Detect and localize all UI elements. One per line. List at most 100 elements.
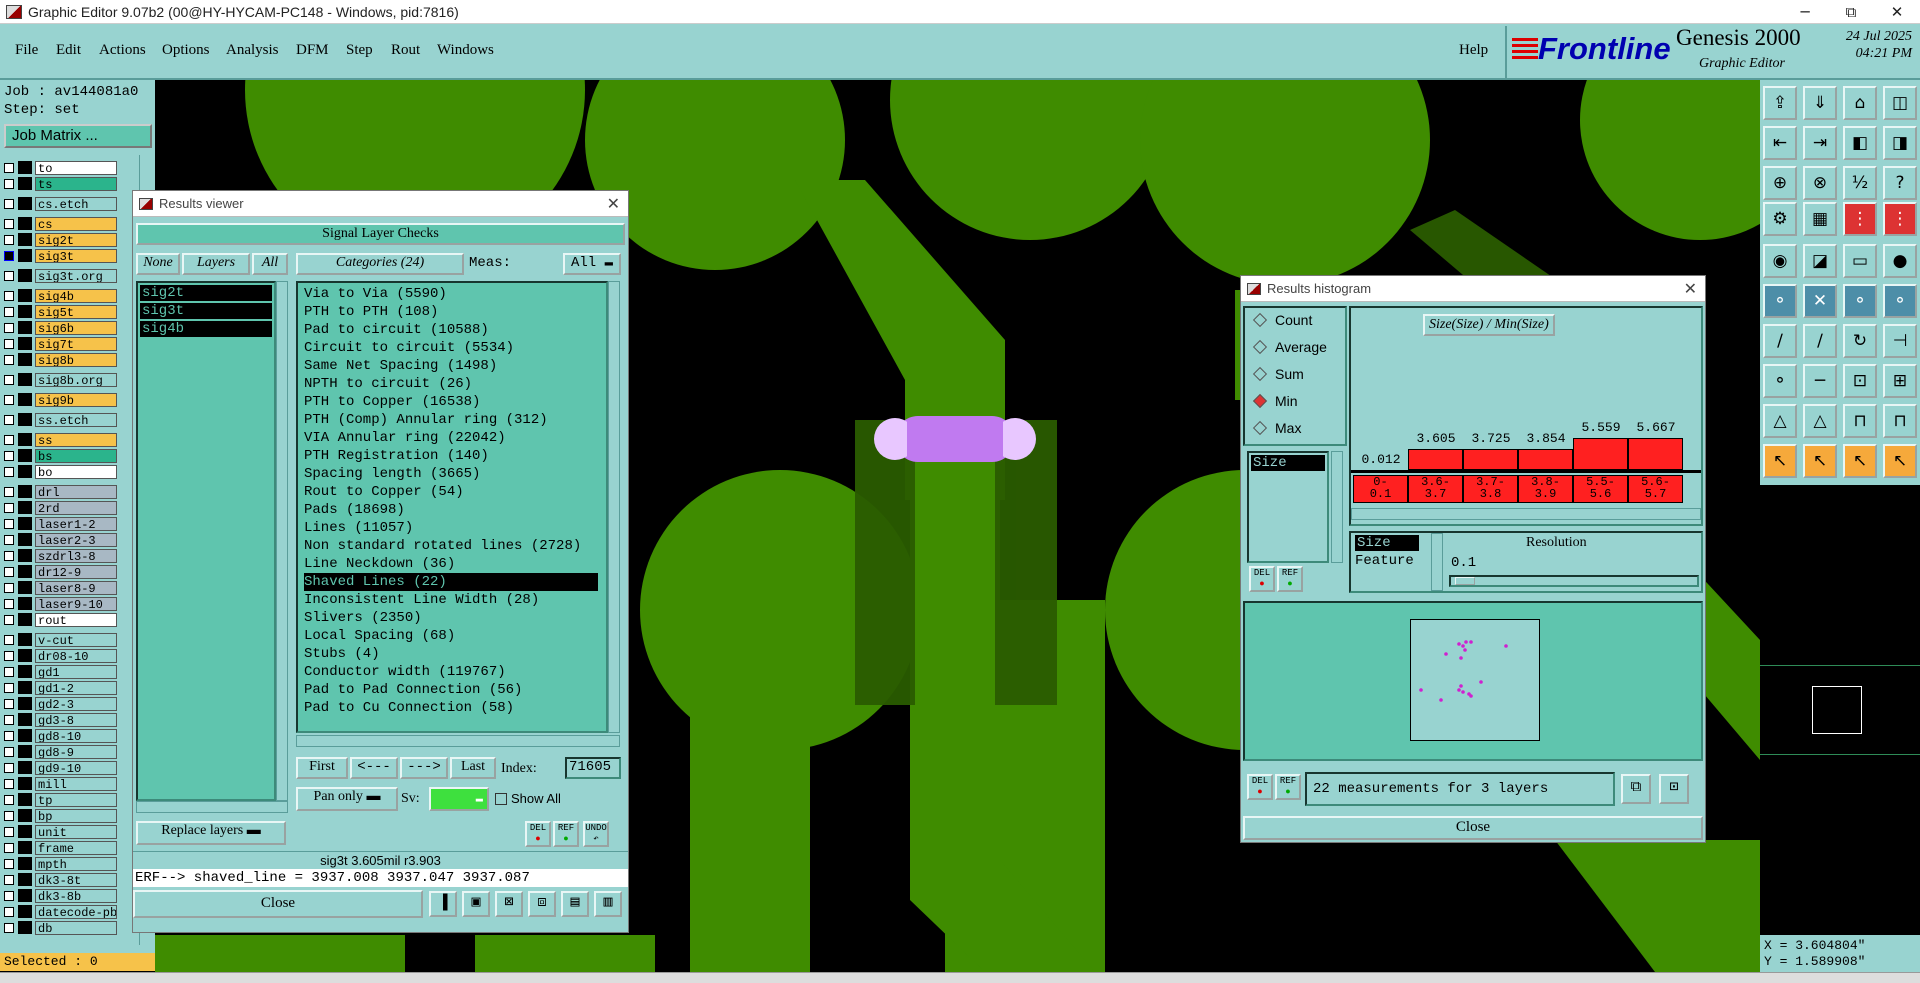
histogram-bin-label[interactable]: 3.8- 3.9 xyxy=(1518,475,1573,503)
layer-row[interactable]: rout xyxy=(4,612,117,627)
settings-icon[interactable]: ⚙ xyxy=(1763,202,1797,236)
layer-checkbox[interactable] xyxy=(4,450,14,461)
categories-scrollbar[interactable] xyxy=(608,281,620,733)
resolution-slider-thumb[interactable] xyxy=(1455,577,1475,585)
layer-row[interactable]: sig5t xyxy=(4,304,117,319)
feature-field[interactable]: Feature xyxy=(1355,553,1414,569)
half-scale-icon[interactable]: ½ xyxy=(1843,166,1877,200)
results-viewer-titlebar[interactable]: Results viewer ✕ xyxy=(133,191,628,217)
layer-name[interactable]: 2rd xyxy=(35,500,117,515)
layer-row[interactable]: unit xyxy=(4,824,117,839)
layer-checkbox[interactable] xyxy=(4,322,14,333)
pointer-icon[interactable]: ↖ xyxy=(1763,444,1797,478)
layer-row[interactable]: szdrl3-8 xyxy=(4,548,117,563)
node-link-icon[interactable]: ⚬ xyxy=(1883,284,1917,318)
layer-row[interactable]: dr12-9 xyxy=(4,564,117,579)
histogram-bar[interactable] xyxy=(1628,438,1683,470)
radio-icon[interactable] xyxy=(1252,420,1268,436)
histogram-close-icon[interactable]: ✕ xyxy=(1684,279,1697,299)
layer-row[interactable]: sig8b xyxy=(4,352,117,367)
layer-checkbox[interactable] xyxy=(4,354,14,365)
menu-analysis[interactable]: Analysis xyxy=(226,42,279,59)
category-item[interactable]: Pad to circuit (10588) xyxy=(304,321,489,339)
layer-row[interactable]: gd8-10 xyxy=(4,728,117,743)
layer-name[interactable]: sig2t xyxy=(35,232,117,247)
minimap-viewport[interactable] xyxy=(1812,686,1862,734)
histogram-bar[interactable] xyxy=(1408,449,1463,470)
menu-rout[interactable]: Rout xyxy=(391,42,420,59)
layer-row[interactable]: mill xyxy=(4,776,117,791)
bridge-alt-icon[interactable]: ⊓ xyxy=(1883,404,1917,438)
histogram-bin-label[interactable]: 5.5- 5.6 xyxy=(1573,475,1628,503)
layer-checkbox[interactable] xyxy=(4,682,14,693)
layer-checkbox[interactable] xyxy=(4,826,14,837)
layer-row[interactable]: gd3-8 xyxy=(4,712,117,727)
layer-name[interactable]: v-cut xyxy=(35,632,117,647)
measurement-map[interactable] xyxy=(1243,601,1703,761)
layer-checkbox[interactable] xyxy=(4,778,14,789)
layer-name[interactable]: gd8-9 xyxy=(35,744,117,759)
del-button[interactable]: DEL ● xyxy=(525,821,551,847)
histogram-bin-label[interactable]: 5.6- 5.7 xyxy=(1628,475,1683,503)
display-icon[interactable]: ▐ xyxy=(429,891,457,917)
meas-select[interactable]: All ▬ xyxy=(563,253,621,275)
category-item[interactable]: NPTH to circuit (26) xyxy=(304,375,472,393)
bridge-icon[interactable]: ⊓ xyxy=(1843,404,1877,438)
zoom-cross-icon[interactable]: ⊗ xyxy=(1803,166,1837,200)
layer-name[interactable]: laser9-10 xyxy=(35,596,117,611)
results-viewer-close-icon[interactable]: ✕ xyxy=(607,194,620,214)
layer-name[interactable]: sig3t.org xyxy=(35,268,117,283)
category-item[interactable]: Local Spacing (68) xyxy=(304,627,455,645)
layer-row[interactable]: datecode-pb xyxy=(4,904,117,919)
layer-checkbox[interactable] xyxy=(4,374,14,385)
layer-row[interactable]: db xyxy=(4,920,117,935)
layer-checkbox[interactable] xyxy=(4,434,14,445)
category-item[interactable]: PTH to PTH (108) xyxy=(304,303,438,321)
layer-row[interactable]: sig7t xyxy=(4,336,117,351)
layer-row[interactable]: tp xyxy=(4,792,117,807)
layer-name[interactable]: gd9-10 xyxy=(35,760,117,775)
split-left-icon[interactable]: ◧ xyxy=(1843,126,1877,160)
layer-name[interactable]: sig6b xyxy=(35,320,117,335)
menu-dfm[interactable]: DFM xyxy=(296,42,329,59)
layers-button[interactable]: Layers xyxy=(182,253,250,275)
aggregate-option-min[interactable]: Min xyxy=(1252,393,1298,409)
category-item[interactable]: Slivers (2350) xyxy=(304,609,422,627)
field-list-scrollbar[interactable] xyxy=(1331,451,1343,563)
histogram-bar[interactable] xyxy=(1573,438,1628,470)
layer-row[interactable]: mpth xyxy=(4,856,117,871)
category-item[interactable]: Pad to Pad Connection (56) xyxy=(304,681,522,699)
layer-checkbox[interactable] xyxy=(4,306,14,317)
layer-checkbox[interactable] xyxy=(4,534,14,545)
clear-icon[interactable]: ⊠ xyxy=(495,891,523,917)
category-item[interactable]: Rout to Copper (54) xyxy=(304,483,464,501)
results-layer-list[interactable]: sig2t sig3t sig4b xyxy=(136,281,276,801)
category-item[interactable]: Spacing length (3665) xyxy=(304,465,480,483)
categories-hscrollbar[interactable] xyxy=(296,735,620,747)
layer-name[interactable]: gd1-2 xyxy=(35,680,117,695)
help-icon[interactable]: ? xyxy=(1883,166,1917,200)
histogram-chart[interactable]: Size(Size) / Min(Size) 0.012 0- 0.1 3.605 3… xyxy=(1349,306,1703,526)
move-down-icon[interactable]: ⇓ xyxy=(1803,86,1837,120)
layer-name[interactable]: mill xyxy=(35,776,117,791)
pan-right-icon[interactable]: ⇥ xyxy=(1803,126,1837,160)
menu-windows[interactable]: Windows xyxy=(437,42,494,59)
layer-checkbox[interactable] xyxy=(4,250,14,261)
layer-checkbox[interactable] xyxy=(4,666,14,677)
pad-icon[interactable]: ◉ xyxy=(1763,244,1797,278)
first-button[interactable]: First xyxy=(296,757,348,779)
layer-row[interactable]: laser8-9 xyxy=(4,580,117,595)
measure-icon[interactable]: ▭ xyxy=(1843,244,1877,278)
shape-icon[interactable]: ◪ xyxy=(1803,244,1837,278)
zoom-map-button[interactable]: ⧉ xyxy=(1621,774,1651,804)
layer-row[interactable]: sig2t xyxy=(4,232,117,247)
layer-checkbox[interactable] xyxy=(4,794,14,805)
map-del-button[interactable]: DEL ● xyxy=(1247,774,1273,800)
category-item[interactable]: Pads (18698) xyxy=(304,501,405,519)
chart-icon[interactable]: ▥ xyxy=(594,891,622,917)
rotate-icon[interactable]: ↻ xyxy=(1843,324,1877,358)
layer-checkbox[interactable] xyxy=(4,178,14,189)
fit-map-button[interactable]: ⊡ xyxy=(1659,774,1689,804)
layer-name[interactable]: laser8-9 xyxy=(35,580,117,595)
layer-row[interactable]: bs xyxy=(4,448,117,463)
